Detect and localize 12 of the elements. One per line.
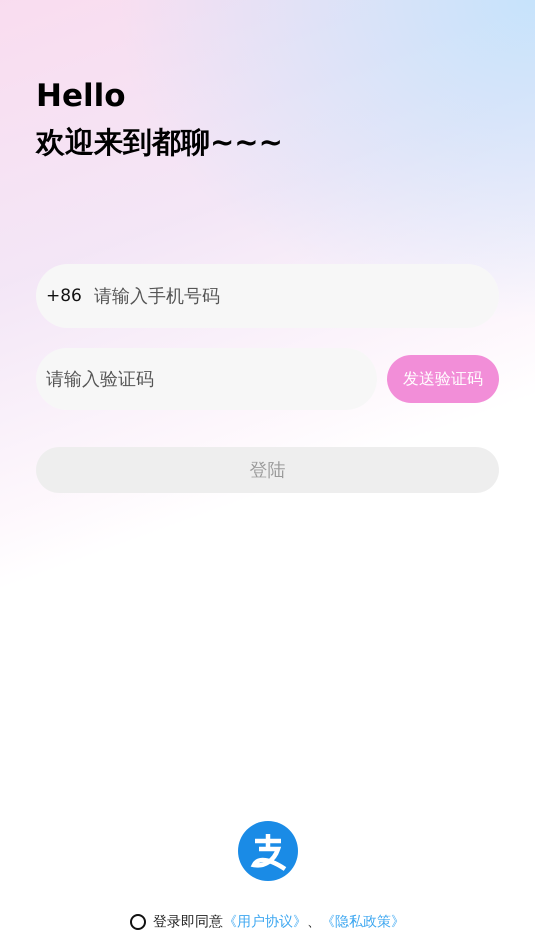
- agreement-checkbox[interactable]: [130, 914, 146, 930]
- agreement-text: 登录即同意: [153, 913, 223, 931]
- send-code-button[interactable]: 发送验证码: [387, 355, 499, 403]
- terms-link[interactable]: 《用户协议》: [223, 913, 307, 931]
- code-field[interactable]: 请输入验证码: [36, 348, 377, 410]
- welcome-heading: 欢迎来到都聊~~~: [36, 124, 284, 161]
- privacy-link[interactable]: 《隐私政策》: [321, 913, 405, 931]
- greeting-title: Hello: [36, 77, 127, 116]
- phone-field[interactable]: +86 请输入手机号码: [36, 264, 499, 328]
- phone-number-input[interactable]: 请输入手机号码: [92, 284, 499, 308]
- separator-text: 、: [307, 913, 321, 931]
- app-logo-icon[interactable]: [238, 821, 298, 881]
